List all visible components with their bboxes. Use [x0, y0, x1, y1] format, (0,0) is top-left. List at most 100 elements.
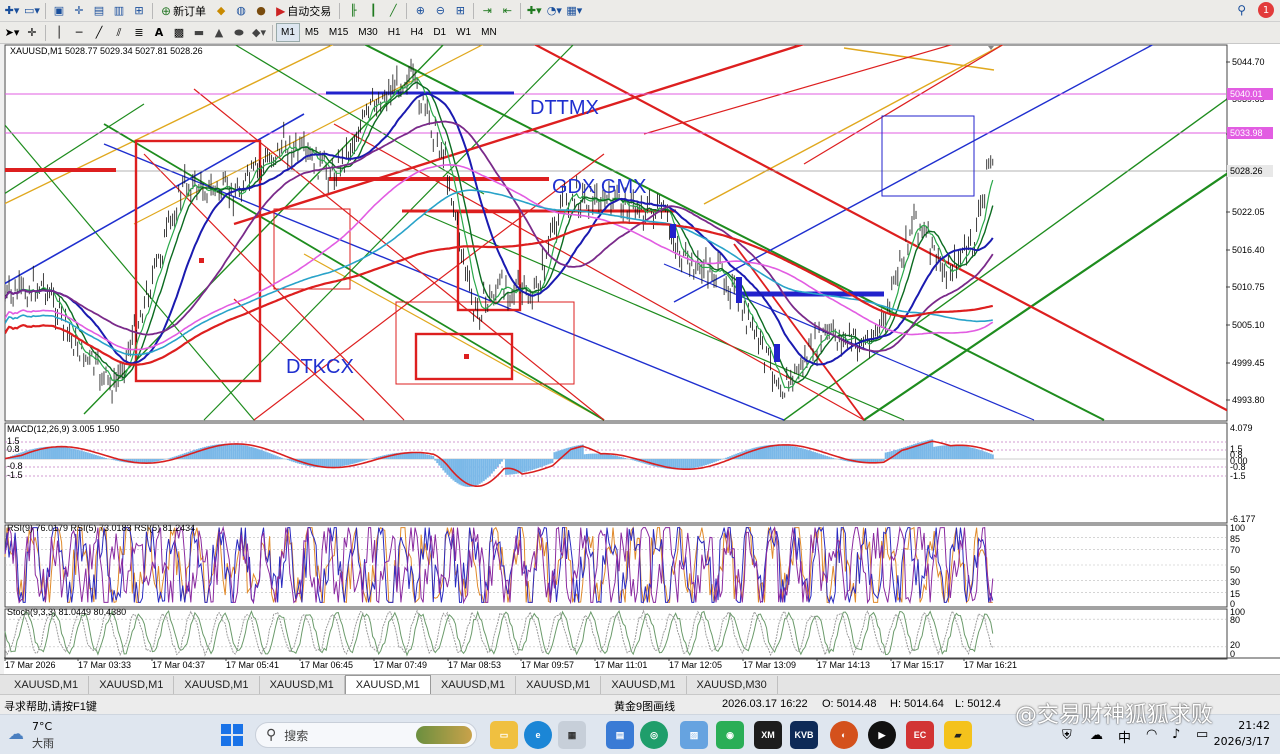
time-label: 17 Mar 13:09 — [743, 660, 796, 670]
indicators-icon[interactable]: ✚▾ — [525, 2, 543, 20]
timeframe-mn[interactable]: MN — [476, 23, 502, 42]
zoom-out-icon[interactable]: ⊖ — [431, 2, 449, 20]
horizontal-line-icon[interactable]: ─ — [70, 24, 88, 42]
trading-app-icon[interactable]: ▰ — [944, 721, 972, 749]
trendline-icon[interactable]: ╱ — [90, 24, 108, 42]
task-view-icon[interactable]: ▦ — [558, 721, 586, 749]
crosshair-icon[interactable]: ✛ — [23, 24, 41, 42]
profile-name: 黄金9图画线 — [614, 701, 676, 713]
price-tag-current: 5028.26 — [1230, 166, 1263, 176]
templates-icon[interactable]: ▦▾ — [565, 2, 583, 20]
shield-icon[interactable]: ⛨ — [1062, 728, 1072, 743]
profiles-icon[interactable]: ▭▾ — [23, 2, 41, 20]
data-window-icon[interactable]: ✛ — [70, 2, 88, 20]
vertical-line-icon[interactable]: │ — [50, 24, 68, 42]
timeframe-w1[interactable]: W1 — [451, 23, 476, 42]
navigator-icon[interactable]: ▤ — [90, 2, 108, 20]
bar-chart-icon[interactable]: ╟ — [344, 2, 362, 20]
auto-scroll-icon[interactable]: ⇥ — [478, 2, 496, 20]
volume-icon[interactable]: ♪ — [1172, 727, 1180, 742]
wifi-icon[interactable]: ◠ — [1146, 727, 1157, 742]
rsi-right-level: 100 — [1230, 523, 1245, 533]
timeframe-h4[interactable]: H4 — [406, 23, 429, 42]
weather-condition[interactable]: 大雨 — [32, 735, 54, 751]
anchor-dot — [199, 258, 204, 263]
chart-canvas[interactable]: DTTMX GDX GMX DTKCX XAUUSD,M1 5028.77 5029.… — [4, 44, 1280, 674]
timeframe-m5[interactable]: M5 — [300, 23, 324, 42]
file-explorer-icon[interactable]: ▭ — [490, 721, 518, 749]
edge-browser-icon[interactable]: e — [524, 721, 552, 749]
rsi-right-level: 50 — [1230, 565, 1240, 575]
rectangle-icon[interactable]: ▬ — [190, 24, 208, 42]
chart-tab[interactable]: XAUUSD,M1 — [260, 676, 345, 694]
market-watch-icon[interactable]: ▣ — [50, 2, 68, 20]
new-order-button[interactable]: ⊕ 新订单 — [157, 2, 210, 20]
chart-shift-icon[interactable]: ⇤ — [498, 2, 516, 20]
timeframe-m1[interactable]: M1 — [276, 23, 300, 42]
chrome-like-icon[interactable]: ◎ — [640, 721, 668, 749]
chart-tab[interactable]: XAUUSD,M30 — [687, 676, 778, 694]
time-label: 17 Mar 2026 — [5, 660, 56, 670]
photos-icon[interactable]: ▨ — [680, 721, 708, 749]
metaeditor-icon[interactable]: ◆ — [212, 2, 230, 20]
new-chart-icon[interactable]: ✚▾ — [3, 2, 21, 20]
battery-icon[interactable]: ▭ — [1196, 727, 1208, 742]
candlestick-icon[interactable]: ┃ — [364, 2, 382, 20]
clock-date[interactable]: 2026/3/17 — [1212, 735, 1270, 748]
cursor-icon[interactable]: ➤▾ — [3, 24, 21, 42]
app-orange-icon[interactable]: ◐ — [830, 721, 858, 749]
weather-temperature[interactable]: 7°C — [32, 720, 52, 733]
cloud-icon[interactable]: ☁ — [1090, 728, 1103, 743]
ec-app-icon[interactable]: EC — [906, 721, 934, 749]
chart-tab[interactable]: XAUUSD,M1 — [4, 676, 90, 694]
channel-icon[interactable]: ⫽ — [110, 24, 128, 42]
timeframe-m30[interactable]: M30 — [353, 23, 382, 42]
stoch-right-level: 0 — [1230, 649, 1235, 659]
tile-windows-icon[interactable]: ⊞ — [451, 2, 469, 20]
ellipse-icon[interactable]: ⬬ — [230, 24, 248, 42]
taskbar-search-box[interactable]: ⚲ 搜索 — [255, 722, 477, 748]
chart-tab[interactable]: XAUUSD,M1 — [89, 676, 175, 694]
xm-app-icon[interactable]: XM — [754, 721, 782, 749]
notification-badge[interactable]: 1 — [1258, 2, 1274, 18]
periods-icon[interactable]: ◔▾ — [545, 2, 563, 20]
search-placeholder: 搜索 — [284, 728, 309, 743]
timeframe-d1[interactable]: D1 — [428, 23, 451, 42]
rsi-right-level: 30 — [1230, 577, 1240, 587]
zoom-in-icon[interactable]: ⊕ — [411, 2, 429, 20]
shapes-icon[interactable]: ◆▾ — [250, 24, 268, 42]
checker-icon[interactable]: ▩ — [170, 24, 188, 42]
toolbar-separator — [520, 2, 522, 19]
price-label: 4993.80 — [1232, 395, 1265, 405]
terminal-icon[interactable]: ▥ — [110, 2, 128, 20]
triangle-icon[interactable]: ▲ — [210, 24, 228, 42]
windows-start-icon[interactable] — [220, 723, 244, 747]
fibo-icon[interactable]: ≣ — [130, 24, 148, 42]
chart-window[interactable]: DTTMX GDX GMX DTKCX XAUUSD,M1 5028.77 5029.… — [4, 44, 1280, 674]
text-tool-icon[interactable]: A — [150, 24, 168, 42]
chart-tab[interactable]: XAUUSD,M1 — [174, 676, 260, 694]
toolbar-separator — [406, 2, 408, 19]
rsi-right-level: 15 — [1230, 589, 1240, 599]
timeframe-h1[interactable]: H1 — [383, 23, 406, 42]
timeframe-m15[interactable]: M15 — [324, 23, 353, 42]
store-icon[interactable]: ▤ — [606, 721, 634, 749]
time-label: 17 Mar 05:41 — [226, 660, 279, 670]
wechat-icon[interactable]: ◉ — [716, 721, 744, 749]
clock-time[interactable]: 21:42 — [1224, 719, 1270, 732]
media-player-icon[interactable]: ▶ — [868, 721, 896, 749]
line-chart-icon[interactable]: ╱ — [384, 2, 402, 20]
chart-tab[interactable]: XAUUSD,M1 — [516, 676, 602, 694]
search-icon[interactable]: ⚲ — [1237, 3, 1246, 17]
auto-trading-button[interactable]: ▶ 自动交易 — [272, 2, 335, 20]
time-label: 17 Mar 12:05 — [669, 660, 722, 670]
strategy-tester-icon[interactable]: ⊞ — [130, 2, 148, 20]
ime-indicator[interactable]: 中 — [1118, 727, 1131, 746]
globe-icon[interactable]: ◍ — [232, 2, 250, 20]
bar-datetime: 2026.03.17 16:22 — [722, 698, 808, 710]
chart-tab[interactable]: XAUUSD,M1 — [344, 675, 431, 694]
kvb-app-icon[interactable]: KVB — [790, 721, 818, 749]
chart-tab[interactable]: XAUUSD,M1 — [431, 676, 517, 694]
chart-tab[interactable]: XAUUSD,M1 — [601, 676, 687, 694]
market-icon[interactable]: ● — [252, 2, 270, 20]
